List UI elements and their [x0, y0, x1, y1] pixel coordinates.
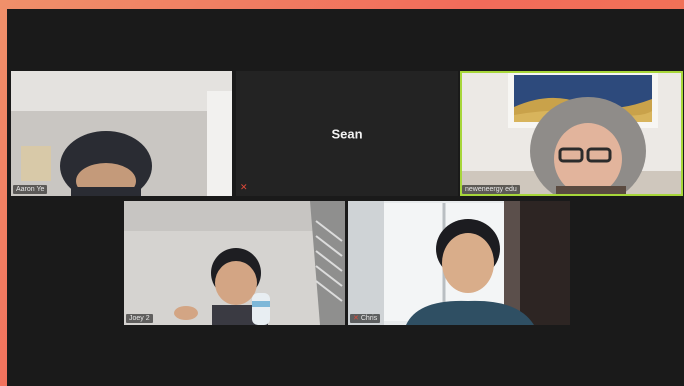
participant-video-chris — [348, 201, 570, 325]
participant-name-center: Sean — [331, 126, 363, 141]
participant-name-text: Chris — [360, 315, 378, 322]
participant-name-label: neweneergy edu — [462, 185, 520, 194]
participant-name-label: Joey 2 — [126, 314, 153, 323]
participant-tile-active-speaker[interactable]: neweneergy edu — [460, 71, 683, 196]
participant-name-label: ✕ Chris — [350, 314, 381, 323]
participant-video-joey — [124, 201, 345, 325]
participant-tile-aaron[interactable]: Aaron Ye — [11, 71, 232, 196]
participant-name-label: Aaron Ye — [13, 185, 48, 194]
participant-tile-chris[interactable]: ✕ Chris — [348, 201, 570, 325]
mic-muted-icon: ✕ — [240, 182, 248, 192]
mic-muted-icon: ✕ — [353, 315, 359, 322]
participant-tile-joey[interactable]: Joey 2 — [124, 201, 345, 325]
participant-tile-sean[interactable]: Sean ✕ — [236, 71, 458, 196]
participant-video-active-speaker — [460, 71, 683, 196]
participant-video-aaron — [11, 71, 232, 196]
video-gallery-window: Aaron Ye Sean ✕ neweneergy edu Joey 2 ✕ … — [7, 9, 684, 386]
